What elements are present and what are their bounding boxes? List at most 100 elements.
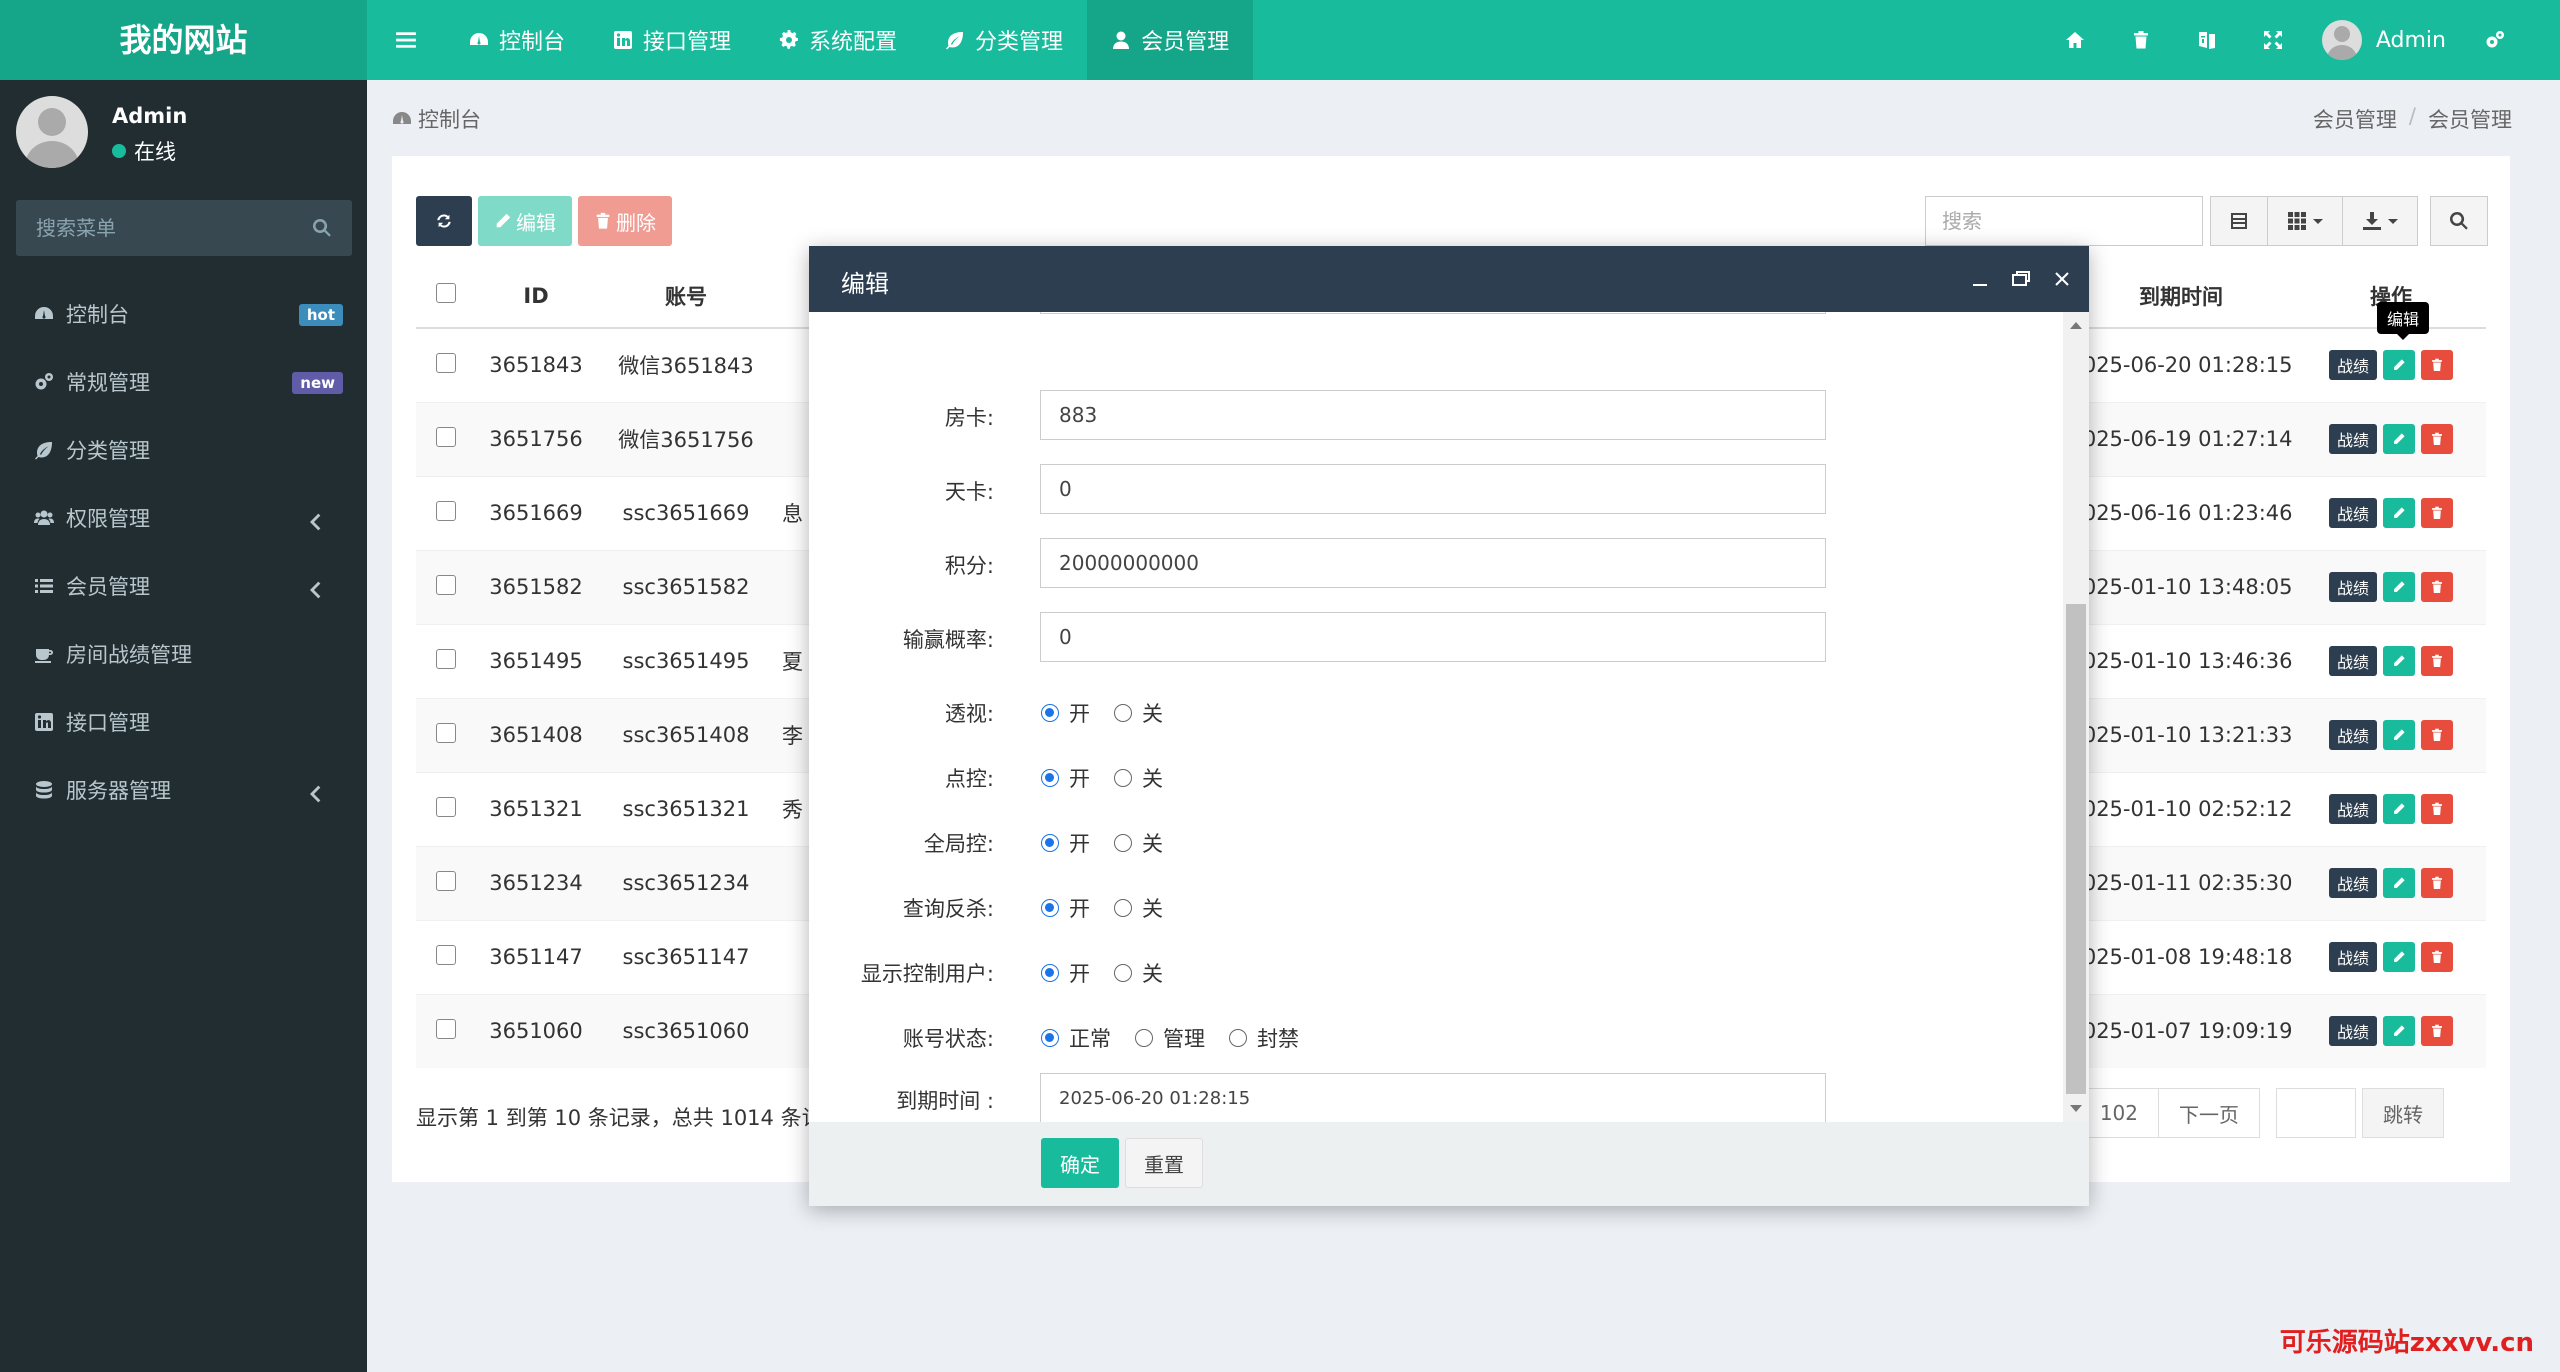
status-normal[interactable]: 正常 (1041, 1023, 1111, 1053)
site-logo[interactable]: 我的网站 (0, 0, 367, 80)
row-delete-button[interactable] (2421, 942, 2453, 972)
sidebar-item-server[interactable]: 服务器管理 (0, 756, 367, 824)
perspective-off[interactable]: 关 (1114, 698, 1163, 728)
radio-checked[interactable] (1041, 899, 1059, 917)
row-edit-button[interactable] (2383, 1016, 2415, 1047)
row-checkbox[interactable] (436, 1018, 456, 1039)
row-checkbox[interactable] (436, 574, 456, 595)
row-delete-button[interactable] (2421, 498, 2453, 528)
maximize-button[interactable] (2010, 268, 2032, 290)
col-id[interactable]: ID (476, 264, 596, 329)
language-button[interactable] (2174, 0, 2240, 80)
room-card-input[interactable] (1040, 390, 1826, 440)
day-card-input[interactable] (1040, 464, 1826, 514)
radio-unchecked[interactable] (1229, 1029, 1247, 1047)
page-jump-button[interactable]: 跳转 (2362, 1088, 2444, 1138)
search-icon[interactable] (312, 218, 332, 238)
win-rate-input[interactable] (1040, 612, 1826, 662)
row-delete-button[interactable] (2421, 572, 2453, 602)
delete-button[interactable]: 删除 (578, 196, 672, 246)
breadcrumb-item[interactable]: 会员管理 (2313, 104, 2397, 134)
export-button[interactable] (2342, 196, 2418, 246)
page-jump-input[interactable] (2276, 1088, 2356, 1138)
topnav-system-config[interactable]: 系统配置 (755, 0, 921, 80)
row-checkbox[interactable] (436, 944, 456, 965)
refresh-button[interactable] (416, 196, 472, 246)
point-ctrl-off[interactable]: 关 (1114, 763, 1163, 793)
row-edit-button[interactable] (2383, 942, 2415, 972)
topnav-dashboard[interactable]: 控制台 (445, 0, 589, 80)
columns-button[interactable] (2267, 196, 2343, 246)
point-ctrl-on[interactable]: 开 (1041, 763, 1090, 793)
row-delete-button[interactable] (2421, 424, 2453, 454)
radio-unchecked[interactable] (1114, 769, 1132, 787)
sidebar-item-api[interactable]: 接口管理 (0, 688, 367, 756)
radio-unchecked[interactable] (1135, 1029, 1153, 1047)
show-ctrl-user-off[interactable]: 关 (1114, 958, 1163, 988)
confirm-button[interactable]: 确定 (1041, 1138, 1119, 1188)
menu-toggle-button[interactable] (367, 0, 445, 80)
scroll-down-icon[interactable] (2070, 1105, 2082, 1112)
record-button[interactable]: 战绩 (2328, 572, 2377, 602)
row-checkbox[interactable] (436, 500, 456, 521)
row-edit-button[interactable] (2383, 794, 2415, 824)
row-edit-button[interactable] (2383, 572, 2415, 602)
row-delete-button[interactable] (2421, 350, 2453, 381)
page-next[interactable]: 下一页 (2158, 1088, 2260, 1138)
row-checkbox[interactable] (436, 352, 456, 373)
row-checkbox[interactable] (436, 796, 456, 817)
record-button[interactable]: 战绩 (2328, 720, 2377, 750)
reset-button[interactable]: 重置 (1125, 1138, 1203, 1188)
scroll-up-icon[interactable] (2070, 322, 2082, 329)
home-button[interactable] (2042, 0, 2108, 80)
record-button[interactable]: 战绩 (2328, 350, 2377, 381)
record-button[interactable]: 战绩 (2328, 1016, 2377, 1047)
row-checkbox[interactable] (436, 426, 456, 447)
global-ctrl-off[interactable]: 关 (1114, 828, 1163, 858)
row-delete-button[interactable] (2421, 1016, 2453, 1047)
row-edit-button[interactable] (2383, 350, 2415, 381)
edit-button[interactable]: 编辑 (478, 196, 572, 246)
settings-button[interactable] (2462, 0, 2528, 80)
perspective-on[interactable]: 开 (1041, 698, 1090, 728)
minimize-button[interactable] (1969, 268, 1991, 290)
row-edit-button[interactable] (2383, 424, 2415, 454)
sidebar-item-dashboard[interactable]: 控制台 hot (0, 280, 367, 348)
sidebar-item-room-record[interactable]: 房间战绩管理 (0, 620, 367, 688)
card-view-button[interactable] (2210, 196, 2268, 246)
expire-input[interactable] (1040, 1073, 1826, 1122)
scroll-thumb[interactable] (2066, 604, 2086, 1094)
radio-checked[interactable] (1041, 964, 1059, 982)
row-checkbox[interactable] (436, 648, 456, 669)
global-ctrl-on[interactable]: 开 (1041, 828, 1090, 858)
record-button[interactable]: 战绩 (2328, 794, 2377, 824)
page-last[interactable]: 102 (2078, 1088, 2159, 1138)
record-button[interactable]: 战绩 (2328, 942, 2377, 972)
row-delete-button[interactable] (2421, 720, 2453, 750)
col-expire[interactable]: 到期时间 (2066, 264, 2296, 329)
radio-checked[interactable] (1041, 1029, 1059, 1047)
sidebar-item-member[interactable]: 会员管理 (0, 552, 367, 620)
show-ctrl-user-on[interactable]: 开 (1041, 958, 1090, 988)
select-all-checkbox[interactable] (436, 283, 456, 303)
row-delete-button[interactable] (2421, 868, 2453, 898)
row-delete-button[interactable] (2421, 646, 2453, 676)
record-button[interactable]: 战绩 (2328, 868, 2377, 898)
col-account[interactable]: 账号 (596, 264, 776, 329)
sidebar-item-permission[interactable]: 权限管理 (0, 484, 367, 552)
radio-unchecked[interactable] (1114, 834, 1132, 852)
table-search-input[interactable] (1925, 196, 2203, 246)
query-kill-off[interactable]: 关 (1114, 893, 1163, 923)
record-button[interactable]: 战绩 (2328, 498, 2377, 528)
row-checkbox[interactable] (436, 722, 456, 743)
sidebar-item-general[interactable]: 常规管理 new (0, 348, 367, 416)
radio-unchecked[interactable] (1114, 964, 1132, 982)
record-button[interactable]: 战绩 (2328, 424, 2377, 454)
points-input[interactable] (1040, 538, 1826, 588)
radio-checked[interactable] (1041, 834, 1059, 852)
radio-checked[interactable] (1041, 769, 1059, 787)
radio-checked[interactable] (1041, 704, 1059, 722)
topnav-category[interactable]: 分类管理 (921, 0, 1087, 80)
radio-unchecked[interactable] (1114, 704, 1132, 722)
previous-field-input[interactable] (1040, 312, 1826, 314)
